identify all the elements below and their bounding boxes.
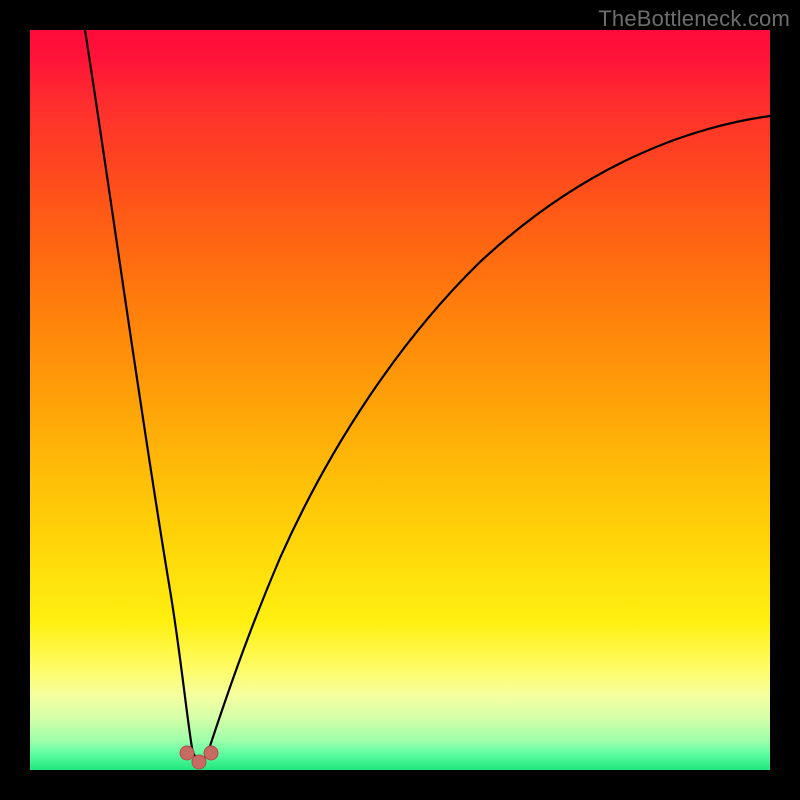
chart-frame: TheBottleneck.com: [0, 0, 800, 800]
min-marker: [192, 755, 206, 769]
watermark-text: TheBottleneck.com: [598, 6, 790, 32]
min-markers: [180, 746, 218, 769]
plot-area: [30, 30, 770, 770]
bottleneck-curve: [85, 30, 770, 761]
min-marker: [180, 746, 194, 760]
min-marker: [204, 746, 218, 760]
curve-layer: [30, 30, 770, 770]
